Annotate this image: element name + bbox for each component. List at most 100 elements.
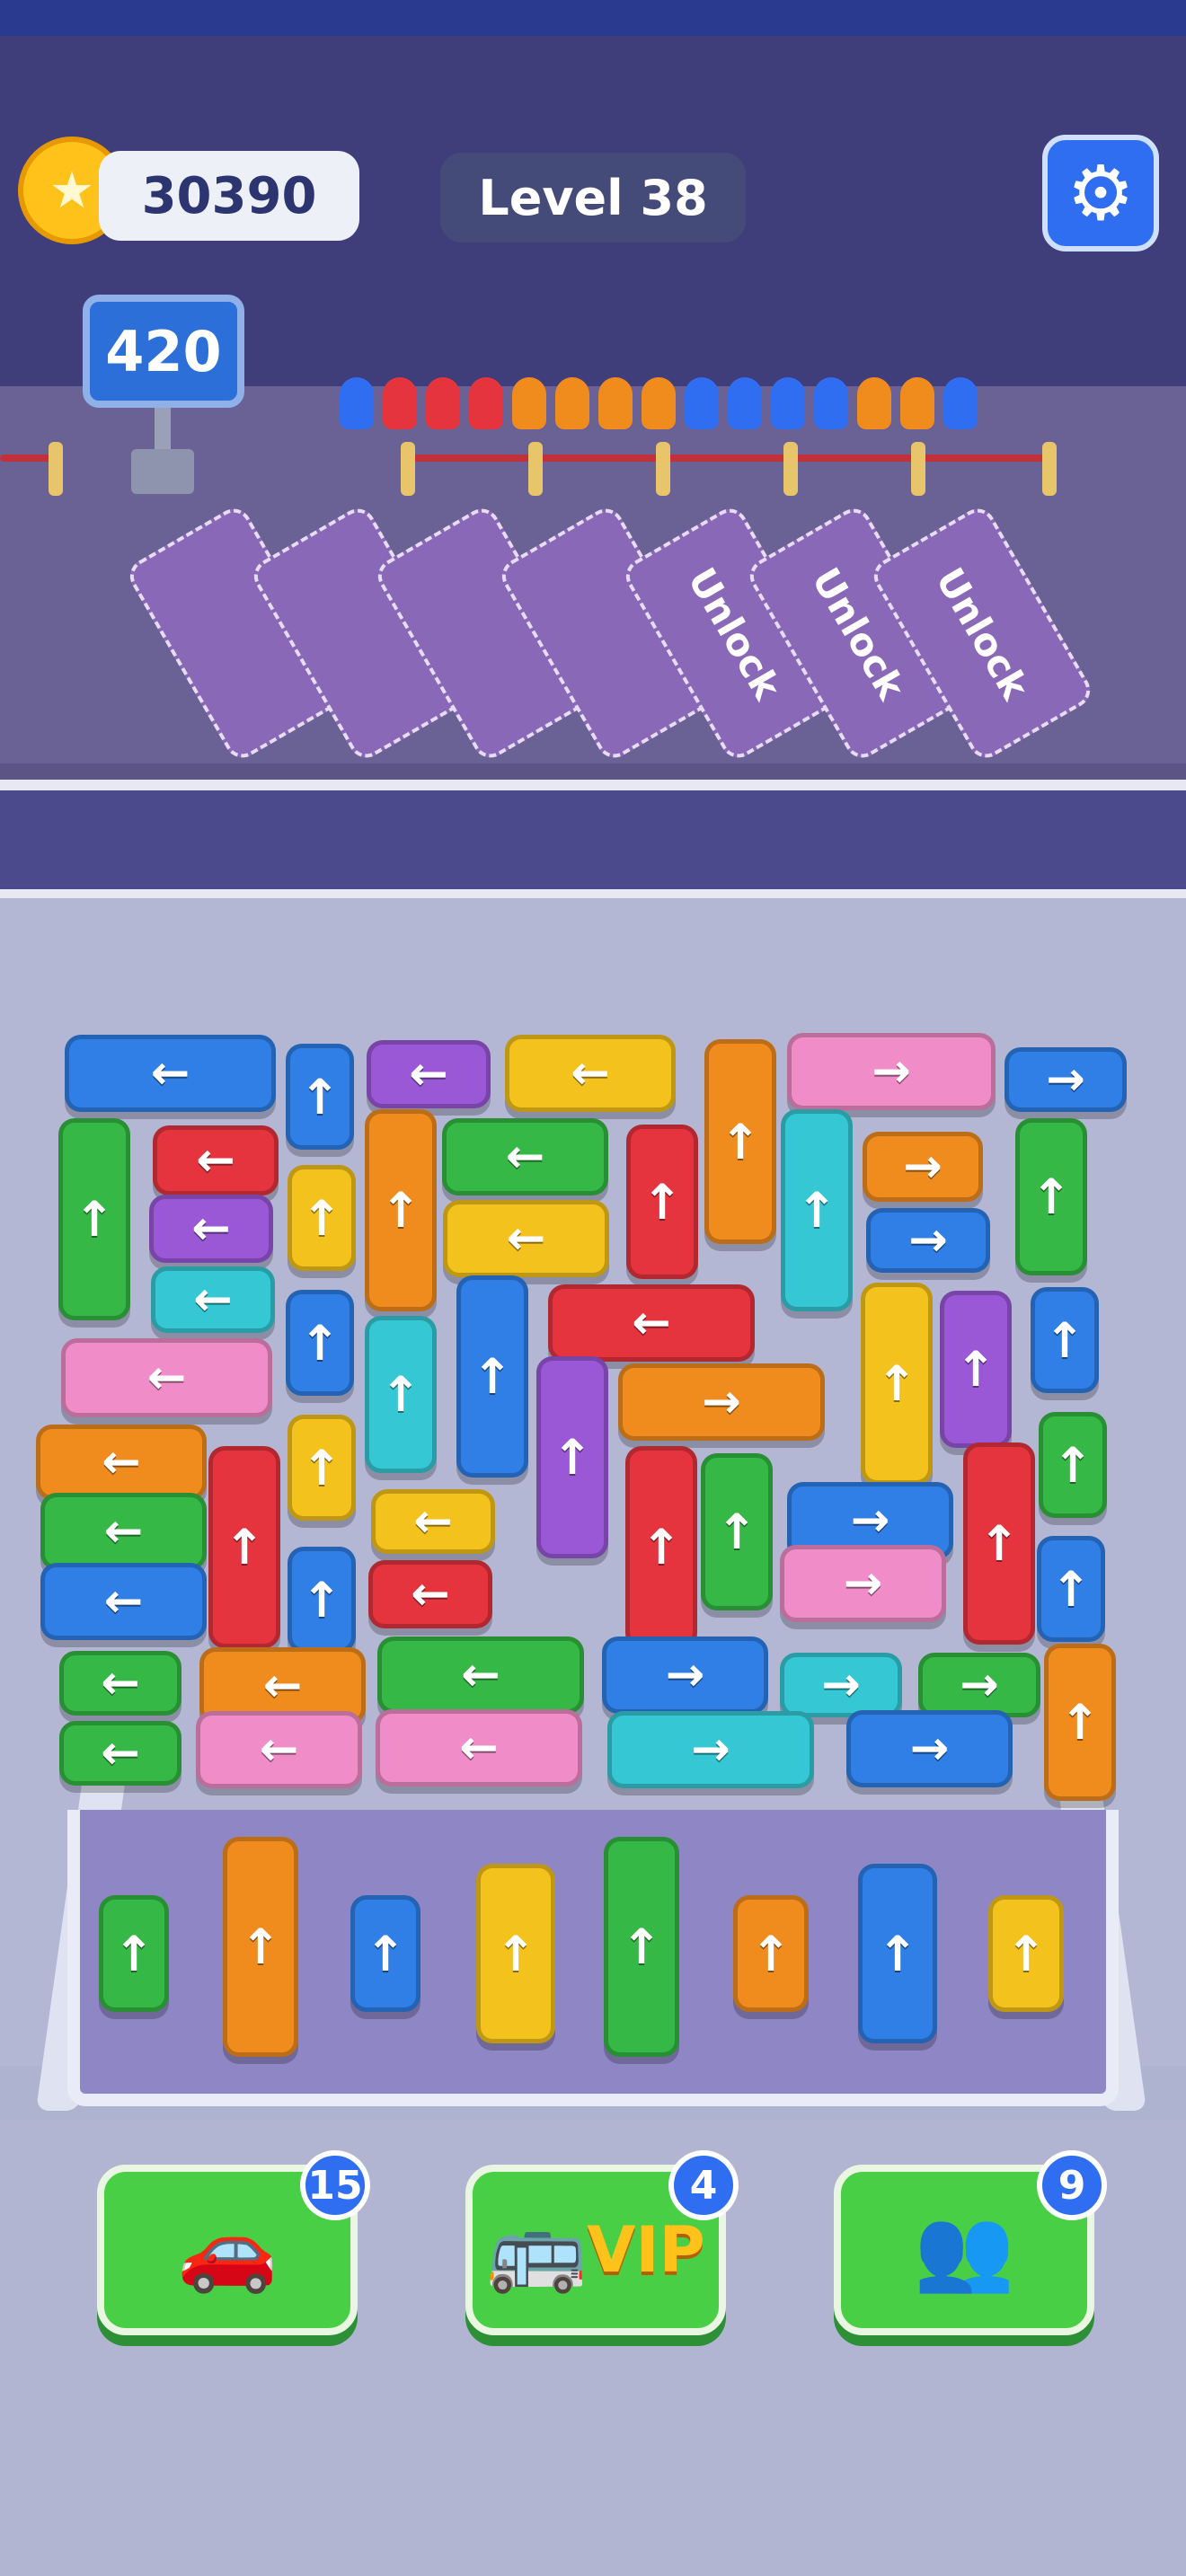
- yellow-car[interactable]: ↑: [988, 1895, 1064, 2012]
- orange-car[interactable]: ↑: [1044, 1644, 1116, 1801]
- green-car[interactable]: →: [918, 1653, 1040, 1717]
- cyan-car[interactable]: ↑: [781, 1109, 853, 1311]
- blue-car[interactable]: →: [866, 1208, 990, 1273]
- blue-car[interactable]: ↑: [1037, 1536, 1105, 1642]
- vip-bus-icon: 🚌: [486, 2202, 588, 2297]
- red-car[interactable]: ←: [153, 1125, 279, 1195]
- shuffle-car-button[interactable]: 🚗 15: [97, 2150, 370, 2335]
- orange-car[interactable]: ↑: [704, 1039, 776, 1244]
- arrow-icon: →: [821, 1658, 861, 1712]
- arrow-icon: ↑: [301, 1571, 342, 1628]
- exit-road: [0, 780, 1186, 900]
- green-car[interactable]: ←: [442, 1118, 608, 1195]
- arrow-icon: ←: [506, 1212, 546, 1266]
- purple-car[interactable]: ←: [149, 1195, 273, 1263]
- ceiling: [0, 0, 1186, 36]
- red-car[interactable]: ↑: [208, 1446, 280, 1648]
- green-car[interactable]: ↑: [1039, 1412, 1107, 1518]
- arrow-icon: →: [908, 1213, 948, 1267]
- stanchion: [656, 442, 670, 496]
- car-swap-icon: 🚗: [176, 2202, 279, 2297]
- rope: [0, 454, 54, 462]
- vip-button[interactable]: 🚌 VIP 4: [465, 2150, 739, 2335]
- blue-car[interactable]: →: [1005, 1047, 1127, 1112]
- red-car[interactable]: ↑: [963, 1442, 1035, 1645]
- cyan-car[interactable]: ←: [151, 1266, 275, 1333]
- green-car[interactable]: ↑: [99, 1895, 169, 2012]
- unlock-label: Unlock: [926, 560, 1038, 707]
- pink-car[interactable]: →: [787, 1033, 996, 1110]
- swap-passengers-button[interactable]: 👥 9: [834, 2150, 1107, 2335]
- passenger: [685, 377, 719, 429]
- blue-car[interactable]: ↑: [456, 1275, 528, 1478]
- cyan-car[interactable]: ↑: [365, 1316, 437, 1473]
- green-car[interactable]: ↑: [604, 1837, 679, 2057]
- blue-car[interactable]: ↑: [1031, 1287, 1099, 1393]
- arrow-icon: →: [903, 1140, 943, 1194]
- green-car[interactable]: ←: [40, 1493, 207, 1570]
- red-car[interactable]: ←: [368, 1560, 492, 1628]
- pink-car[interactable]: →: [780, 1545, 946, 1622]
- cyan-car[interactable]: →: [607, 1711, 814, 1788]
- blue-car[interactable]: ←: [40, 1563, 207, 1640]
- green-car[interactable]: ↑: [701, 1453, 773, 1610]
- pink-car[interactable]: ←: [196, 1711, 362, 1788]
- purple-car[interactable]: ↑: [536, 1356, 608, 1558]
- arrow-icon: ↑: [301, 1189, 342, 1247]
- arrow-icon: ↑: [750, 1925, 792, 1982]
- passenger: [943, 377, 978, 429]
- blue-car[interactable]: ↑: [288, 1547, 356, 1653]
- arrow-icon: ←: [103, 1575, 144, 1628]
- yellow-car[interactable]: ↑: [861, 1283, 933, 1485]
- arrow-icon: ↑: [495, 1925, 536, 1982]
- passenger: [512, 377, 546, 429]
- arrow-icon: ↑: [716, 1504, 757, 1560]
- arrow-icon: ←: [146, 1351, 187, 1405]
- red-car[interactable]: ↑: [626, 1125, 698, 1279]
- blue-car[interactable]: ↑: [350, 1895, 420, 2012]
- green-car[interactable]: ↑: [1015, 1118, 1087, 1275]
- blue-car[interactable]: ↑: [858, 1864, 937, 2043]
- orange-car[interactable]: ↑: [365, 1109, 437, 1311]
- arrow-icon: ↑: [877, 1925, 918, 1982]
- orange-car[interactable]: →: [618, 1363, 825, 1441]
- yellow-car[interactable]: ←: [371, 1489, 495, 1554]
- red-car[interactable]: ←: [548, 1284, 755, 1362]
- blue-car[interactable]: →: [846, 1710, 1013, 1787]
- arrow-icon: ←: [505, 1130, 545, 1184]
- yellow-car[interactable]: ←: [443, 1200, 609, 1277]
- arrow-icon: ↑: [299, 1314, 341, 1372]
- yellow-car[interactable]: ↑: [288, 1415, 356, 1521]
- blue-car[interactable]: ↑: [286, 1290, 354, 1396]
- yellow-car[interactable]: ↑: [288, 1165, 356, 1271]
- arrow-icon: ↑: [113, 1925, 155, 1982]
- cyan-car[interactable]: →: [780, 1653, 902, 1717]
- arrow-icon: ←: [259, 1723, 299, 1777]
- orange-car[interactable]: ←: [36, 1425, 207, 1500]
- orange-car[interactable]: →: [863, 1132, 983, 1202]
- arrow-icon: →: [909, 1722, 950, 1776]
- settings-button[interactable]: ⚙: [1042, 135, 1159, 251]
- green-car[interactable]: ←: [59, 1721, 181, 1786]
- red-car[interactable]: ↑: [625, 1446, 697, 1648]
- green-car[interactable]: ←: [377, 1636, 584, 1714]
- arrow-icon: ←: [150, 1046, 190, 1100]
- arrow-icon: ←: [413, 1495, 453, 1548]
- orange-car[interactable]: ↑: [733, 1895, 809, 2012]
- purple-car[interactable]: ↑: [940, 1291, 1012, 1448]
- pink-car[interactable]: ←: [61, 1338, 272, 1417]
- yellow-car[interactable]: ↑: [476, 1864, 555, 2043]
- vip-label: VIP: [587, 2213, 705, 2287]
- orange-car[interactable]: ↑: [223, 1837, 298, 2057]
- purple-car[interactable]: ←: [367, 1040, 491, 1108]
- green-car[interactable]: ←: [59, 1651, 181, 1716]
- yellow-car[interactable]: ←: [505, 1035, 676, 1112]
- stanchion: [783, 442, 798, 496]
- blue-car[interactable]: ←: [65, 1035, 276, 1112]
- green-car[interactable]: ↑: [58, 1118, 130, 1320]
- arrow-icon: ←: [411, 1567, 450, 1621]
- blue-car[interactable]: →: [602, 1636, 768, 1714]
- blue-car[interactable]: ↑: [286, 1044, 354, 1150]
- pink-car[interactable]: ←: [376, 1709, 582, 1786]
- arrow-icon: →: [850, 1494, 890, 1548]
